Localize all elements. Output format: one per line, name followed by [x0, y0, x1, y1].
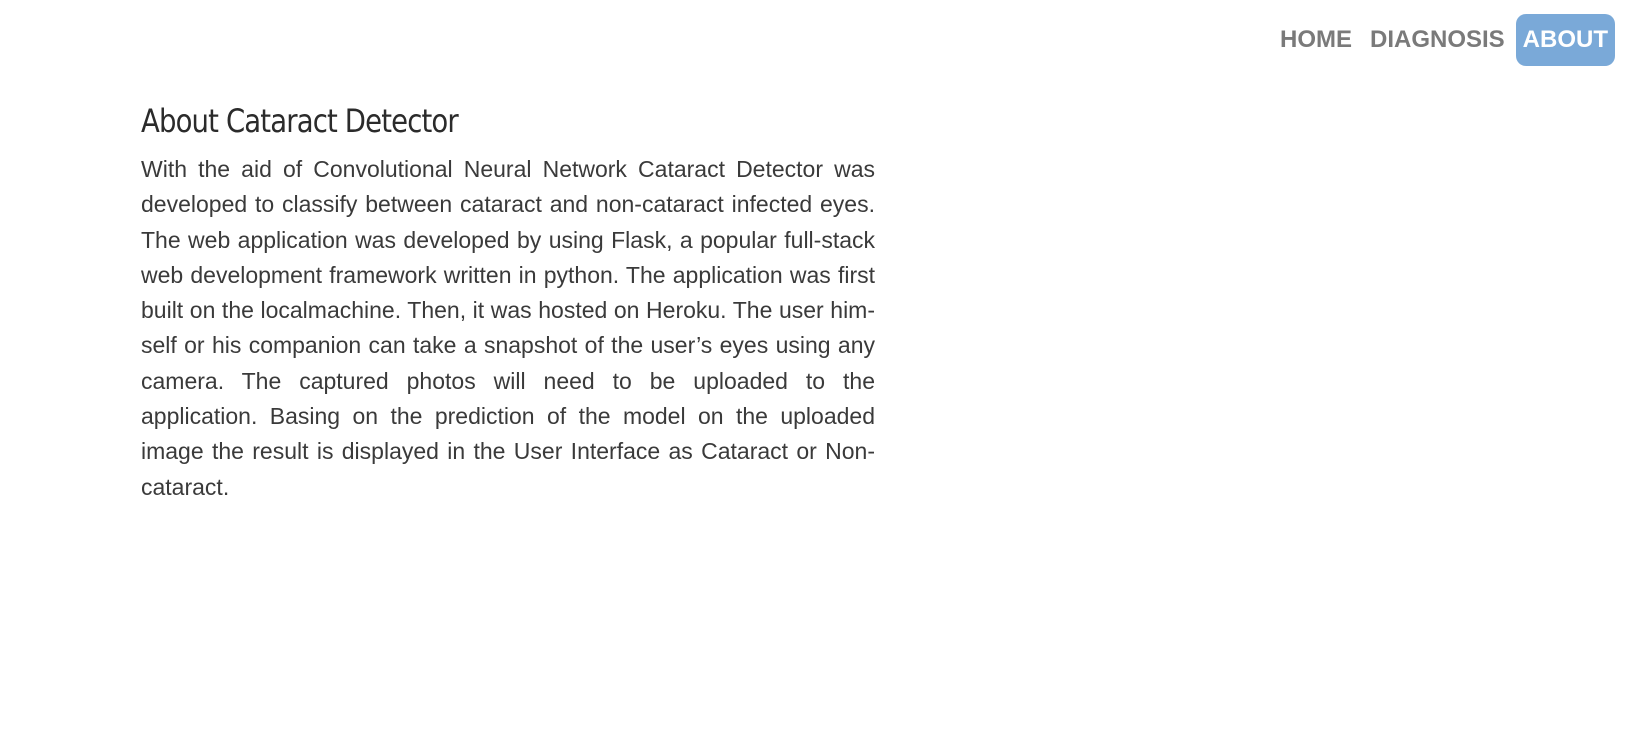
nav-diagnosis-link[interactable]: DIAGNOSIS: [1363, 14, 1512, 66]
nav-about-link[interactable]: ABOUT: [1515, 14, 1615, 66]
nav-home-link[interactable]: HOME: [1273, 14, 1359, 66]
about-description: With the aid of Convolutional Neural Net…: [141, 156, 875, 500]
about-section: About Cataract Detector With the aid of …: [141, 102, 875, 505]
page-title: About Cataract Detector: [141, 102, 459, 140]
top-navigation: HOME DIAGNOSIS ABOUT: [1273, 14, 1615, 66]
